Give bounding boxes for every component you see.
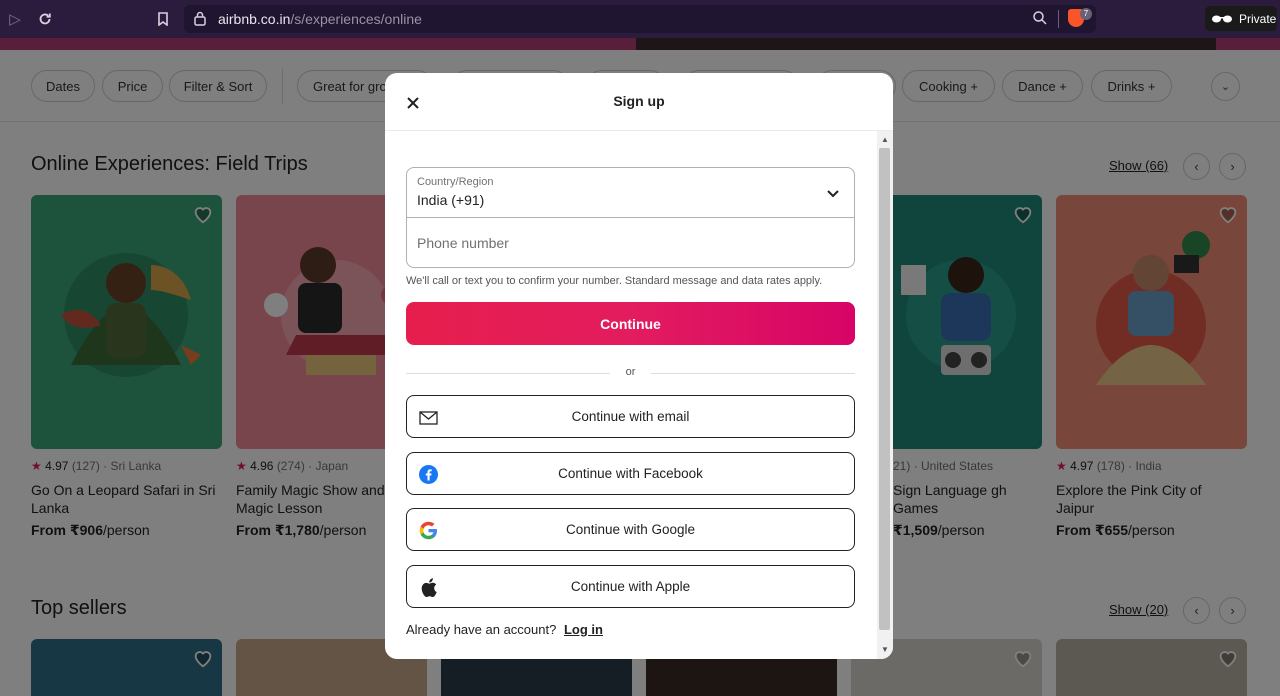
chevron-down-icon [827,190,839,198]
shield-count-badge: 7 [1080,8,1092,20]
signup-modal: Sign up ▲ ▼ Country/Region India (+91) W… [385,73,893,659]
phone-number-input[interactable] [407,218,854,267]
private-window-badge: Private [1205,6,1277,31]
country-region-value: India (+91) [417,192,485,208]
reload-icon[interactable] [34,8,56,30]
scroll-up-icon[interactable]: ▲ [881,135,889,144]
back-icon[interactable]: ▷ [4,8,26,30]
facebook-button-label: Continue with Facebook [558,466,703,481]
modal-header: Sign up [385,73,893,131]
disclaimer-text: We'll call or text you to confirm your n… [406,275,823,287]
browser-toolbar: ▷ airbnb.co.in/s/experiences/online 7 Pr… [0,0,1280,38]
address-bar[interactable]: airbnb.co.in/s/experiences/online [184,5,1096,33]
modal-scrollbar[interactable]: ▲ ▼ [877,131,893,659]
continue-with-apple-button[interactable]: Continue with Apple [406,565,855,608]
login-prompt-text: Already have an account? [406,622,557,637]
envelope-icon [419,408,438,427]
login-prompt: Already have an account? Log in [406,622,603,637]
continue-button[interactable]: Continue [406,302,855,345]
incognito-glasses-icon [1212,15,1232,22]
modal-title: Sign up [613,93,665,109]
google-icon [419,521,438,540]
search-icon[interactable] [1032,10,1048,31]
continue-with-email-button[interactable]: Continue with email [406,395,855,438]
or-divider: or [406,365,855,381]
continue-with-google-button[interactable]: Continue with Google [406,508,855,551]
url-text: airbnb.co.in/s/experiences/online [218,11,422,27]
login-link[interactable]: Log in [564,622,603,637]
or-label: or [625,366,636,378]
google-button-label: Continue with Google [565,522,696,537]
private-label: Private [1239,11,1277,26]
lock-icon [194,11,206,31]
scrollbar-thumb[interactable] [879,148,890,630]
phone-form-group: Country/Region India (+91) [406,167,855,268]
continue-with-facebook-button[interactable]: Continue with Facebook [406,452,855,495]
country-region-select[interactable]: Country/Region India (+91) [407,168,854,218]
email-button-label: Continue with email [571,409,690,424]
facebook-icon [419,465,438,484]
apple-button-label: Continue with Apple [570,579,691,594]
scroll-down-icon[interactable]: ▼ [881,645,889,654]
bookmark-icon[interactable] [152,8,174,30]
url-divider [1058,10,1059,28]
apple-icon [419,578,438,597]
country-region-label: Country/Region [417,176,494,188]
